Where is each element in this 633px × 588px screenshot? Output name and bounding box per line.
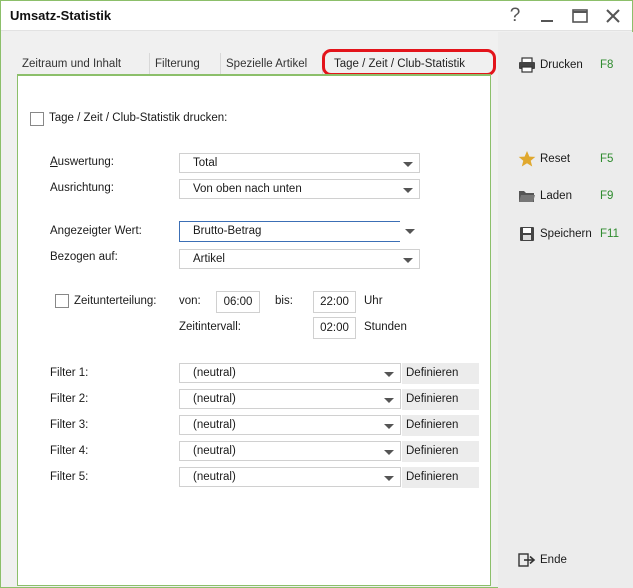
filter-4-select[interactable]: (neutral) xyxy=(179,441,401,461)
chevron-down-icon xyxy=(384,424,394,429)
zeitintervall-input[interactable]: 02:00 xyxy=(313,317,356,339)
bezogen-auf-select[interactable]: Artikel xyxy=(179,249,420,269)
filter-3-value: (neutral) xyxy=(193,419,236,431)
print-statistik-label: Tage / Zeit / Club-Statistik drucken: xyxy=(49,112,228,124)
filter-5-label: Filter 5: xyxy=(50,471,89,483)
chevron-down-icon xyxy=(384,372,394,377)
laden-shortcut: F9 xyxy=(600,190,614,202)
filter-2-label: Filter 2: xyxy=(50,393,89,405)
title-bar: Umsatz-Statistik ? xyxy=(1,1,632,31)
chevron-down-icon xyxy=(384,398,394,403)
drucken-button[interactable]: Drucken F8 xyxy=(518,55,613,75)
chevron-down-icon xyxy=(405,229,415,234)
drucken-label: Drucken xyxy=(540,59,583,71)
window-title: Umsatz-Statistik xyxy=(10,8,112,23)
filter-1-definieren-button[interactable]: Definieren xyxy=(402,363,479,384)
auswertung-label: Auswertung: xyxy=(50,156,114,168)
printer-icon xyxy=(518,56,536,74)
filter-2-select[interactable]: (neutral) xyxy=(179,389,401,409)
filter-1-select[interactable]: (neutral) xyxy=(179,363,401,383)
minimize-icon xyxy=(541,20,553,22)
filter-2-value: (neutral) xyxy=(193,393,236,405)
tab-spezielle-artikel[interactable]: Spezielle Artikel xyxy=(221,53,323,75)
uhr-unit-label: Uhr xyxy=(364,295,383,307)
auswertung-label-text: uswertung: xyxy=(57,156,114,168)
filter-1-value: (neutral) xyxy=(193,367,236,379)
angezeigter-wert-label: Angezeigter Wert: xyxy=(50,225,142,237)
chevron-down-icon xyxy=(384,476,394,481)
chevron-down-icon xyxy=(384,450,394,455)
close-button[interactable] xyxy=(600,5,626,27)
close-icon xyxy=(606,9,620,23)
filter-3-label: Filter 3: xyxy=(50,419,89,431)
exit-icon xyxy=(518,551,536,569)
reset-label: Reset xyxy=(540,153,571,165)
filter-3-select[interactable]: (neutral) xyxy=(179,415,401,435)
auswertung-value: Total xyxy=(193,157,218,169)
ausrichtung-value: Von oben nach unten xyxy=(193,183,302,195)
zeitunterteilung-label: Zeitunterteilung: xyxy=(74,295,157,307)
filter-3-definieren-button[interactable]: Definieren xyxy=(402,415,479,436)
maximize-icon xyxy=(572,9,588,23)
filter-2-definieren-button[interactable]: Definieren xyxy=(402,389,479,410)
filter-4-definieren-button[interactable]: Definieren xyxy=(402,441,479,462)
angezeigter-wert-dropdown-button[interactable] xyxy=(400,221,420,241)
star-icon xyxy=(518,150,536,168)
filter-1-label: Filter 1: xyxy=(50,367,89,379)
laden-button[interactable]: Laden F9 xyxy=(518,186,613,206)
reset-shortcut: F5 xyxy=(600,153,614,165)
bis-time-input[interactable]: 22:00 xyxy=(313,291,356,313)
filter-5-definieren-button[interactable]: Definieren xyxy=(402,467,479,488)
laden-label: Laden xyxy=(540,190,572,202)
save-icon xyxy=(518,225,536,243)
bezogen-auf-label: Bezogen auf: xyxy=(50,251,118,263)
folder-open-icon xyxy=(518,187,536,205)
bezogen-auf-value: Artikel xyxy=(193,253,225,265)
speichern-button[interactable]: Speichern F11 xyxy=(518,224,619,244)
auswertung-select[interactable]: Total xyxy=(179,153,420,173)
minimize-button[interactable] xyxy=(534,5,560,27)
von-label: von: xyxy=(179,295,201,307)
tab-highlight-marker xyxy=(322,49,496,76)
speichern-shortcut: F11 xyxy=(600,228,619,240)
drucken-shortcut: F8 xyxy=(600,59,614,71)
dialog-window: Umsatz-Statistik ? Zeitraum und Inhalt F… xyxy=(0,0,633,588)
filter-4-label: Filter 4: xyxy=(50,445,89,457)
zeitintervall-label: Zeitintervall: xyxy=(179,321,241,333)
filter-5-value: (neutral) xyxy=(193,471,236,483)
ende-button[interactable]: Ende xyxy=(518,550,567,570)
tab-zeitraum-und-inhalt[interactable]: Zeitraum und Inhalt xyxy=(17,53,150,75)
tab-filterung[interactable]: Filterung xyxy=(150,53,221,75)
bis-label: bis: xyxy=(275,295,293,307)
zeitunterteilung-checkbox[interactable] xyxy=(55,294,69,308)
von-time-input[interactable]: 06:00 xyxy=(216,291,260,313)
chevron-down-icon xyxy=(403,258,413,263)
speichern-label: Speichern xyxy=(540,228,592,240)
chevron-down-icon xyxy=(403,188,413,193)
reset-button[interactable]: Reset F5 xyxy=(518,149,613,169)
ende-label: Ende xyxy=(540,554,567,566)
filter-5-select[interactable]: (neutral) xyxy=(179,467,401,487)
print-statistik-checkbox[interactable] xyxy=(30,112,44,126)
angezeigter-wert-select[interactable]: Brutto-Betrag xyxy=(179,221,400,242)
stunden-unit-label: Stunden xyxy=(364,321,407,333)
action-sidebar xyxy=(498,32,633,588)
filter-4-value: (neutral) xyxy=(193,445,236,457)
help-button[interactable]: ? xyxy=(502,5,528,27)
help-icon: ? xyxy=(509,5,521,26)
ausrichtung-label: Ausrichtung: xyxy=(50,182,114,194)
chevron-down-icon xyxy=(403,162,413,167)
angezeigter-wert-value: Brutto-Betrag xyxy=(193,225,262,237)
ausrichtung-select[interactable]: Von oben nach unten xyxy=(179,179,420,199)
tab-panel xyxy=(17,74,491,586)
maximize-button[interactable] xyxy=(567,5,593,27)
